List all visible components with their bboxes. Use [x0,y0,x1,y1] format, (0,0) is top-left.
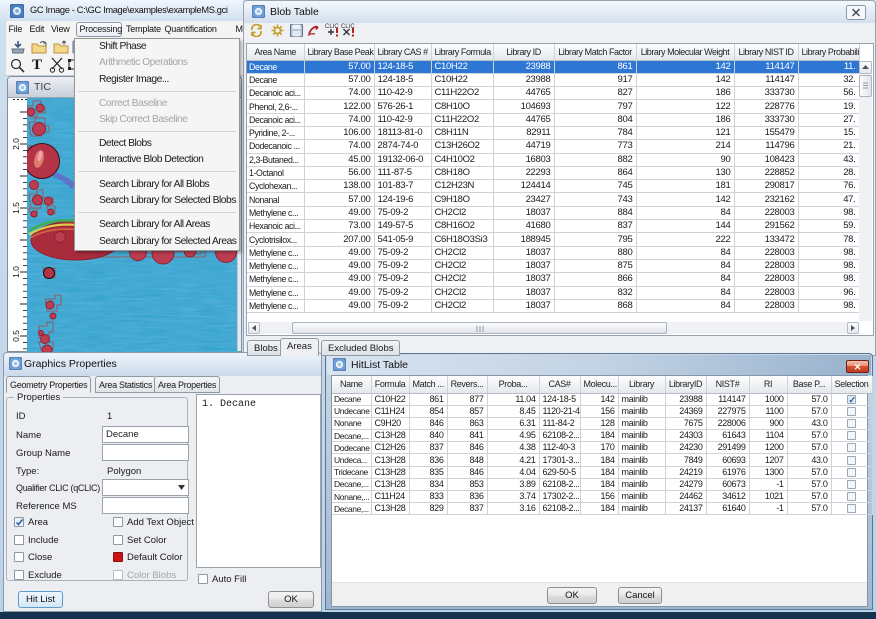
svg-text:0.5: 0.5 [12,330,21,342]
svg-text:2.0: 2.0 [12,138,21,150]
svg-text:1.0: 1.0 [12,266,21,278]
svg-text:1.5: 1.5 [12,202,21,214]
